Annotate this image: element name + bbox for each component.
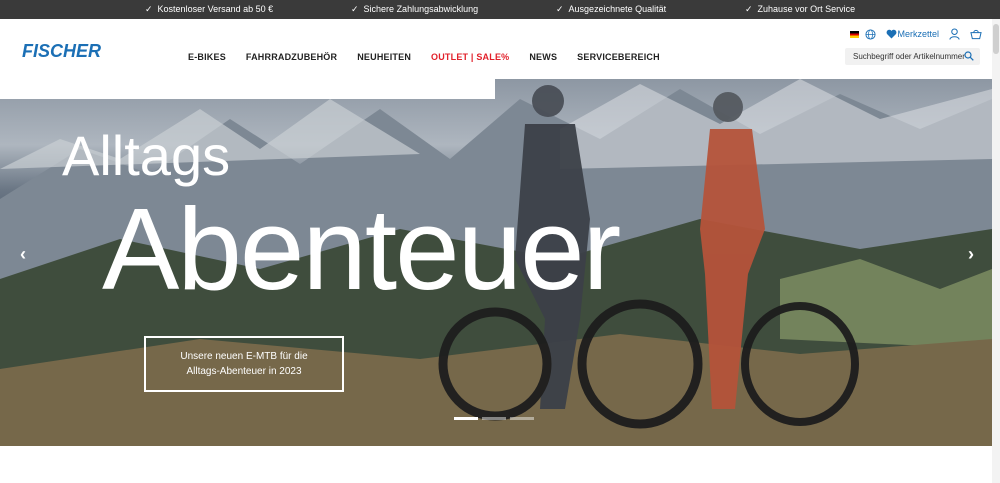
- cta-line: Unsere neuen E-MTB für die: [180, 351, 308, 362]
- nav-outlet-sale[interactable]: OUTLET | SALE%: [431, 52, 509, 62]
- check-icon: ✓: [145, 4, 153, 14]
- nav-ebikes[interactable]: E-BIKES: [188, 52, 226, 62]
- svg-text:FISCHER: FISCHER: [22, 41, 101, 61]
- globe-icon[interactable]: [865, 28, 877, 40]
- slide-dot[interactable]: [454, 417, 478, 420]
- hero-headline-big: Abenteuer: [102, 184, 621, 314]
- german-flag-icon[interactable]: [850, 30, 860, 38]
- heart-icon: [887, 29, 897, 39]
- wishlist-label: Merkzettel: [897, 29, 939, 39]
- usp-text: Ausgezeichnete Qualität: [568, 4, 667, 14]
- slide-indicators: [454, 417, 538, 420]
- scrollbar[interactable]: [992, 19, 1000, 483]
- wishlist-link[interactable]: Merkzettel: [886, 29, 939, 39]
- nav-accessories[interactable]: FAHRRADZUBEHÖR: [246, 52, 337, 62]
- usp-text: Sichere Zahlungsabwicklung: [363, 4, 479, 14]
- header-overlap: [0, 79, 495, 99]
- site-header: FISCHER E-BIKES FAHRRADZUBEHÖR NEUHEITEN…: [0, 19, 1000, 79]
- search-placeholder: Suchbegriff oder Artikelnummer: [853, 52, 965, 61]
- usp-item: ✓ Sichere Zahlungsabwicklung: [351, 4, 478, 15]
- header-utilities: Merkzettel: [844, 28, 982, 40]
- check-icon: ✓: [556, 4, 564, 14]
- slide-dot[interactable]: [510, 417, 534, 420]
- usp-text: Kostenloser Versand ab 50 €: [157, 4, 274, 14]
- hero-slider[interactable]: Alltags Abenteuer Unsere neuen E-MTB für…: [0, 79, 992, 446]
- hero-headline-small: Alltags: [62, 124, 231, 187]
- account-icon[interactable]: [949, 28, 960, 40]
- nav-news[interactable]: NEWS: [529, 52, 557, 62]
- main-nav: E-BIKES FAHRRADZUBEHÖR NEUHEITEN OUTLET …: [188, 52, 680, 62]
- nav-service[interactable]: SERVICEBEREICH: [577, 52, 660, 62]
- scrollbar-thumb[interactable]: [993, 24, 999, 54]
- usp-bar: ✓ Kostenloser Versand ab 50 € ✓ Sichere Za…: [0, 0, 1000, 19]
- usp-item: ✓ Ausgezeichnete Qualität: [556, 4, 666, 15]
- slide-dot[interactable]: [482, 417, 506, 420]
- cart-icon[interactable]: [970, 29, 982, 40]
- nav-new[interactable]: NEUHEITEN: [357, 52, 411, 62]
- search-input[interactable]: Suchbegriff oder Artikelnummer: [845, 48, 980, 65]
- check-icon: ✓: [745, 4, 753, 14]
- hero-cta-button[interactable]: Unsere neuen E-MTB für die Alltags-Abent…: [144, 336, 344, 392]
- prev-slide-icon[interactable]: ‹: [20, 244, 26, 265]
- search-icon[interactable]: [964, 51, 974, 61]
- usp-item: ✓ Kostenloser Versand ab 50 €: [145, 4, 273, 15]
- usp-text: Zuhause vor Ort Service: [757, 4, 856, 14]
- cta-line: Alltags-Abenteuer in 2023: [186, 366, 302, 377]
- check-icon: ✓: [351, 4, 359, 14]
- next-slide-icon[interactable]: ›: [968, 244, 974, 265]
- usp-item: ✓ Zuhause vor Ort Service: [745, 4, 855, 15]
- fischer-logo[interactable]: FISCHER: [22, 41, 114, 61]
